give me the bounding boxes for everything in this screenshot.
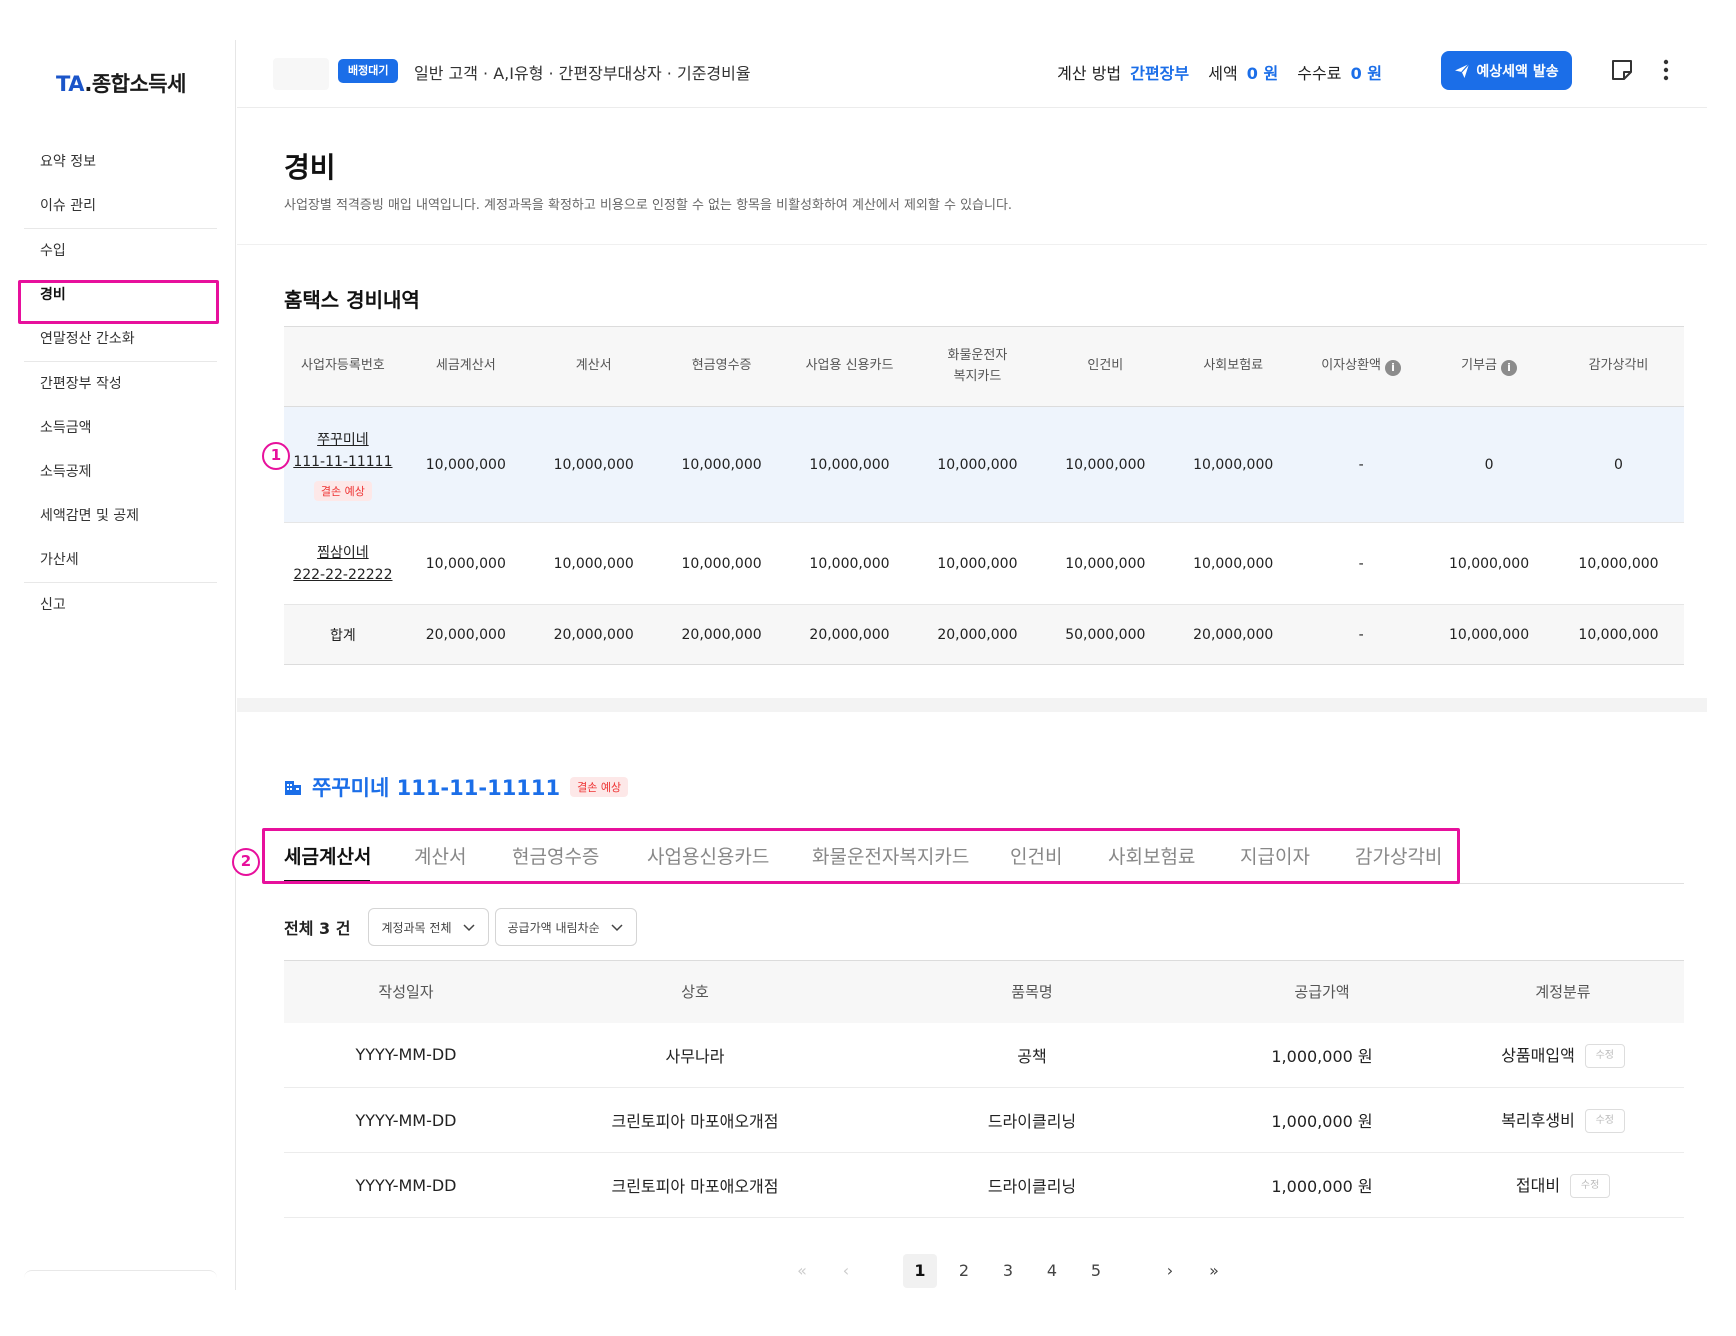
tax-value: 0 원 <box>1246 64 1279 83</box>
sidebar-item-simple-book[interactable]: 간편장부 작성 <box>24 362 217 406</box>
filter-bar: 전체 3 건 계정과목 전체 공급가액 내림차순 <box>284 908 637 946</box>
first-page-icon[interactable]: « <box>785 1254 819 1288</box>
business-cell: 찜삼이네 222-22-22222 <box>284 522 402 605</box>
divider <box>237 244 1707 245</box>
edit-button[interactable]: 수정 <box>1584 1044 1625 1068</box>
section-divider <box>237 698 1707 712</box>
col-tax-invoice: 세금계산서 <box>401 326 530 407</box>
business-cell: 쭈꾸미네 111-11-11111 결손 예상 <box>284 406 402 523</box>
account-filter-select[interactable]: 계정과목 전체 <box>368 908 489 946</box>
sidebar: TA.종합소득세 요약 정보 이슈 관리 수입 경비 연말정산 간소화 간편장부… <box>0 40 236 1290</box>
page-2[interactable]: 2 <box>947 1254 981 1288</box>
building-icon <box>285 781 301 795</box>
memo-icon[interactable] <box>1610 58 1634 82</box>
info-icon[interactable]: i <box>1385 360 1402 377</box>
col-interest: 이자상환액 i <box>1297 326 1426 407</box>
edit-button[interactable]: 수정 <box>1584 1109 1625 1134</box>
col-labor-cost: 인건비 <box>1041 326 1170 407</box>
col-social-insurance: 사회보험료 <box>1169 326 1298 407</box>
business-reg-link[interactable]: 222-22-22222 <box>284 564 402 586</box>
sidebar-nav: 요약 정보 이슈 관리 수입 경비 연말정산 간소화 간편장부 작성 소득금액 … <box>24 140 217 627</box>
tax-invoice-table: 작성일자 상호 품목명 공급가액 계정분류 YYYY-MM-DD 사무나라 공책… <box>284 960 1684 1218</box>
total-count: 전체 3 건 <box>284 919 351 938</box>
col-date: 작성일자 <box>284 960 528 1023</box>
sidebar-item-issues[interactable]: 이슈 관리 <box>24 184 217 228</box>
pagination: « ‹ 1 2 3 4 5 › » <box>780 1254 1236 1288</box>
more-vertical-icon[interactable] <box>1654 56 1678 84</box>
app-logo[interactable]: TA.종합소득세 <box>56 68 186 98</box>
business-reg-link[interactable]: 111-11-11111 <box>284 451 402 473</box>
sidebar-item-income-deduction[interactable]: 소득공제 <box>24 450 217 494</box>
annotation-marker-2: 2 <box>232 848 260 876</box>
hometax-section-title: 홈택스 경비내역 <box>284 288 420 312</box>
col-invoice: 계산서 <box>529 326 658 407</box>
sidebar-item-income-amount[interactable]: 소득금액 <box>24 406 217 450</box>
business-name-link[interactable]: 찜삼이네 <box>284 542 402 564</box>
sidebar-footer <box>24 1270 217 1290</box>
col-donation: 기부금 i <box>1425 326 1553 407</box>
table-row[interactable]: 찜삼이네 222-22-22222 10,000,000 10,000,000 … <box>284 522 1684 605</box>
send-estimate-button[interactable]: 예상세액 발송 <box>1441 51 1572 90</box>
page-4[interactable]: 4 <box>1035 1254 1069 1288</box>
col-account: 계정분류 <box>1442 960 1684 1023</box>
chevron-down-icon <box>611 924 623 932</box>
table-row[interactable]: YYYY-MM-DD 크린토피아 마포애오개점 드라이클리닝 1,000,000… <box>284 1087 1684 1153</box>
page-1[interactable]: 1 <box>903 1254 937 1288</box>
calc-method-value: 간편장부 <box>1130 64 1190 83</box>
table-row[interactable]: YYYY-MM-DD 사무나라 공책 1,000,000 원 상품매입액 수정 <box>284 1022 1684 1088</box>
col-cash-receipt: 현금영수증 <box>657 326 786 407</box>
page-5[interactable]: 5 <box>1079 1254 1113 1288</box>
col-depreciation: 감가상각비 <box>1552 326 1684 407</box>
page-description: 사업장별 적격증빙 매입 내역입니다. 계정과목을 확정하고 비용으로 인정할 … <box>284 198 1013 213</box>
sidebar-item-filing[interactable]: 신고 <box>24 583 217 627</box>
page-title: 경비 <box>284 151 336 184</box>
sort-select[interactable]: 공급가액 내림차순 <box>494 908 637 946</box>
calc-summary: 계산 방법 간편장부 세액 0 원 수수료 0 원 <box>1057 64 1382 83</box>
col-business-card: 사업용 신용카드 <box>785 326 914 407</box>
table-total-row: 합계 20,000,000 20,000,000 20,000,000 20,0… <box>284 604 1684 665</box>
client-description: 일반 고객 · A,I유형 · 간편장부대상자 · 기준경비율 <box>414 64 751 83</box>
col-amount: 공급가액 <box>1202 960 1442 1023</box>
col-reg-number: 사업자등록번호 <box>284 326 402 407</box>
col-freight-welfare-card: 화물운전자 복지카드 <box>913 326 1042 407</box>
sidebar-item-tax-credit[interactable]: 세액감면 및 공제 <box>24 494 217 538</box>
edit-button[interactable]: 수정 <box>1570 1174 1611 1199</box>
table-header-row: 작성일자 상호 품목명 공급가액 계정분류 <box>284 960 1684 1023</box>
info-icon[interactable]: i <box>1500 360 1517 377</box>
sidebar-item-income[interactable]: 수입 <box>24 229 217 273</box>
status-badge: 배정대기 <box>338 59 399 83</box>
table-row[interactable]: YYYY-MM-DD 크린토피아 마포애오개점 드라이클리닝 1,000,000… <box>284 1152 1684 1218</box>
fee-value: 0 원 <box>1350 64 1382 83</box>
client-avatar <box>273 58 329 90</box>
col-item: 품목명 <box>862 960 1202 1023</box>
detail-header: 쭈꾸미네 111-11-11111 결손 예상 <box>284 772 629 802</box>
business-name-link[interactable]: 쭈꾸미네 <box>284 429 402 451</box>
top-bar: 배정대기 일반 고객 · A,I유형 · 간편장부대상자 · 기준경비율 계산 … <box>237 40 1707 108</box>
table-row[interactable]: 쭈꾸미네 111-11-11111 결손 예상 10,000,000 10,00… <box>284 406 1684 523</box>
hometax-summary-table: 사업자등록번호 세금계산서 계산서 현금영수증 사업용 신용카드 화물운전자 복지… <box>284 326 1684 665</box>
send-icon <box>1455 63 1470 78</box>
highlight-active-nav <box>18 280 219 324</box>
last-page-icon[interactable]: » <box>1197 1254 1231 1288</box>
sidebar-item-penalty-tax[interactable]: 가산세 <box>24 538 217 582</box>
detail-title: 쭈꾸미네 111-11-11111 <box>312 776 561 800</box>
col-company: 상호 <box>528 960 862 1023</box>
table-header-row: 사업자등록번호 세금계산서 계산서 현금영수증 사업용 신용카드 화물운전자 복지… <box>284 326 1684 407</box>
highlight-tabs <box>262 828 1460 884</box>
next-page-icon[interactable]: › <box>1153 1254 1187 1288</box>
chevron-down-icon <box>462 924 475 932</box>
loss-badge: 결손 예상 <box>570 777 629 797</box>
sidebar-item-summary[interactable]: 요약 정보 <box>24 140 217 184</box>
loss-badge: 결손 예상 <box>313 480 372 501</box>
prev-page-icon[interactable]: ‹ <box>829 1254 863 1288</box>
page-3[interactable]: 3 <box>991 1254 1025 1288</box>
annotation-marker-1: 1 <box>262 442 290 470</box>
